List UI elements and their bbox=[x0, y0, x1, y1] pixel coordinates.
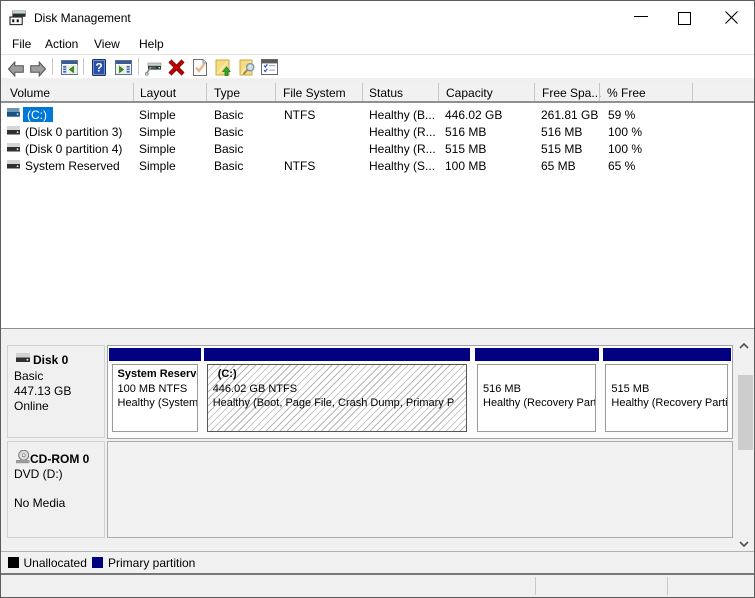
svg-text:?: ? bbox=[95, 61, 102, 75]
